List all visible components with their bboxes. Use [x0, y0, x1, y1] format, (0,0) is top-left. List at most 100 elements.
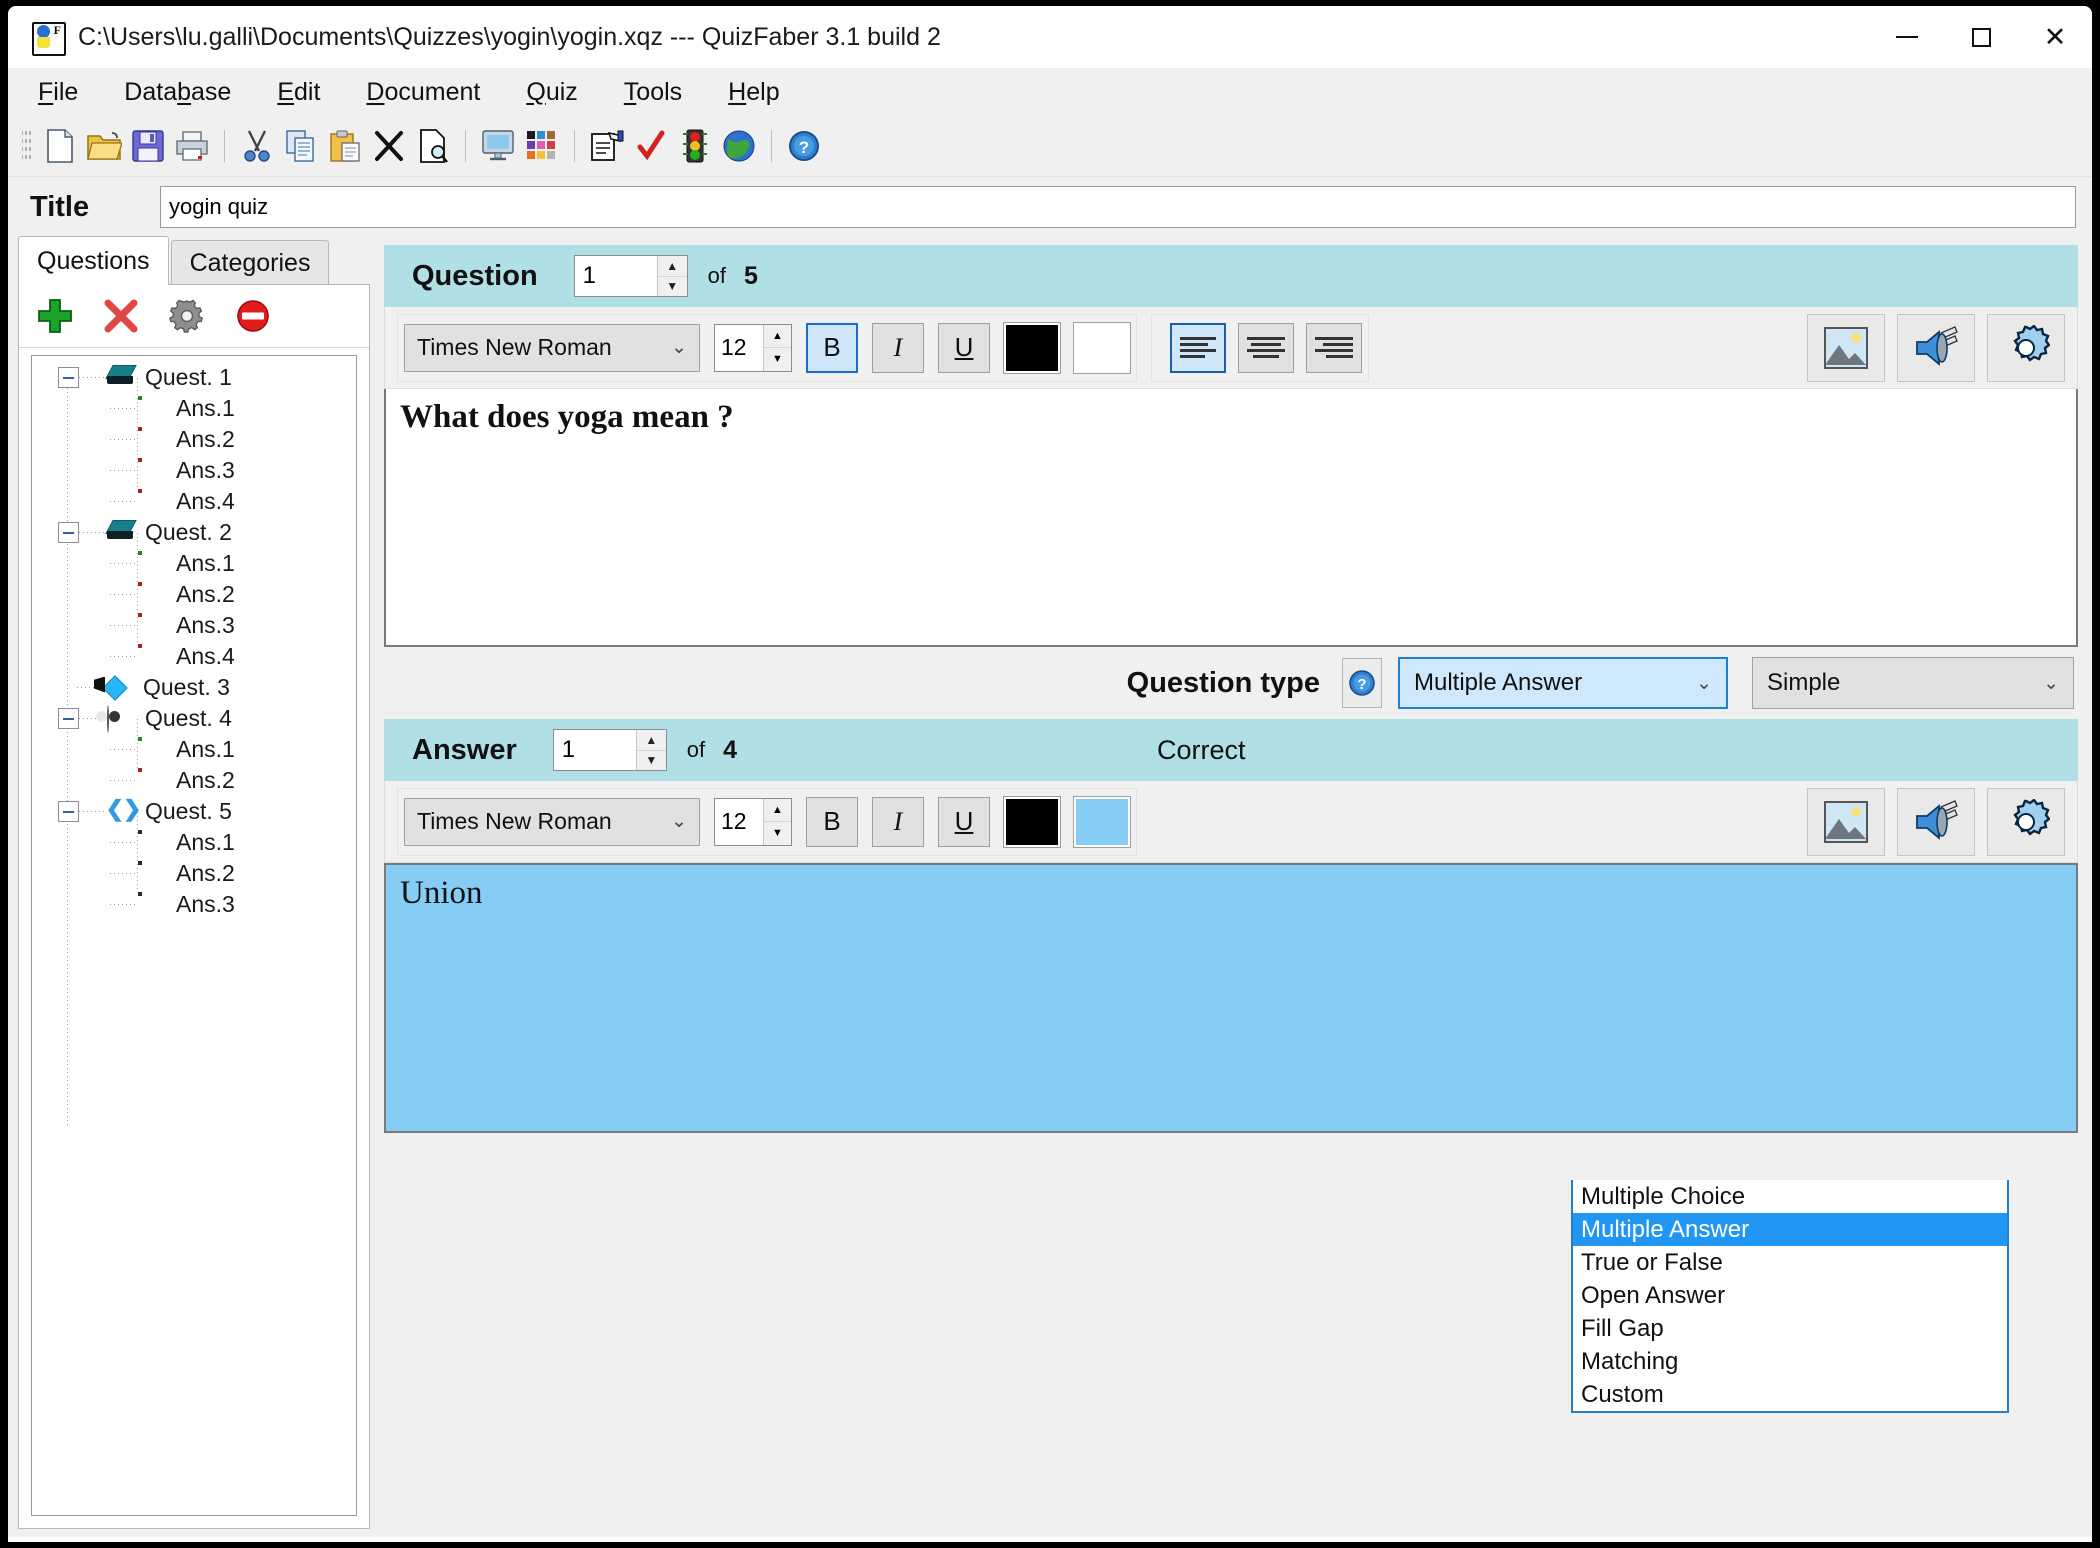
tree-expander[interactable]: [58, 522, 79, 543]
add-question-button[interactable]: [33, 294, 77, 338]
question-size-down-icon[interactable]: ▼: [764, 348, 791, 371]
answer-options-button[interactable]: [1987, 787, 2065, 856]
question-index-stepper[interactable]: ▲ ▼: [573, 255, 688, 297]
quiz-title-input[interactable]: [160, 186, 2076, 228]
tree-item-answer[interactable]: Ans.3: [32, 889, 356, 920]
paste-icon[interactable]: [323, 124, 367, 168]
open-icon[interactable]: [82, 124, 126, 168]
check-icon[interactable]: [629, 124, 673, 168]
answer-font-select[interactable]: Times New Roman ⌄: [404, 797, 700, 846]
question-insert-media-button[interactable]: [1897, 313, 1975, 382]
tree-item-answer[interactable]: Ans.2: [32, 858, 356, 889]
menu-database[interactable]: Database: [120, 76, 235, 109]
tab-categories[interactable]: Categories: [170, 240, 330, 285]
tree-expander[interactable]: [58, 708, 79, 729]
palette-icon[interactable]: [520, 124, 564, 168]
question-align-center-button[interactable]: [1238, 322, 1294, 373]
question-type-option[interactable]: Multiple Answer: [1573, 1213, 2007, 1246]
answer-size-down-icon[interactable]: ▼: [764, 822, 791, 845]
question-type-option[interactable]: Open Answer: [1573, 1279, 2007, 1312]
menu-tools[interactable]: Tools: [620, 76, 686, 109]
question-options-button[interactable]: [1987, 313, 2065, 382]
question-type-option[interactable]: Multiple Choice: [1573, 1180, 2007, 1213]
question-type-option[interactable]: Fill Gap: [1573, 1312, 2007, 1345]
preview-icon[interactable]: [411, 124, 455, 168]
question-type-help-button[interactable]: ?: [1342, 658, 1382, 708]
question-size-input[interactable]: [715, 324, 763, 371]
tree-item-question[interactable]: Quest. 1: [32, 362, 356, 393]
menu-quiz[interactable]: Quiz: [522, 76, 581, 109]
question-italic-button[interactable]: I: [872, 322, 924, 373]
globe-icon[interactable]: [717, 124, 761, 168]
menu-help[interactable]: Help: [724, 76, 783, 109]
answer-insert-media-button[interactable]: [1897, 787, 1975, 856]
tree-item-answer[interactable]: Ans.2: [32, 579, 356, 610]
tree-item-question[interactable]: Quest. 2: [32, 517, 356, 548]
menu-file[interactable]: File: [34, 76, 82, 109]
question-align-left-button[interactable]: [1170, 322, 1226, 373]
question-align-right-button[interactable]: [1306, 322, 1362, 373]
question-font-select[interactable]: Times New Roman ⌄: [404, 323, 700, 372]
delete-icon[interactable]: [367, 124, 411, 168]
tree-item-answer[interactable]: Ans.4: [32, 486, 356, 517]
answer-index-stepper[interactable]: ▲ ▼: [552, 729, 667, 771]
question-size-stepper[interactable]: ▲ ▼: [714, 323, 792, 372]
tree-item-answer[interactable]: Ans.2: [32, 424, 356, 455]
tree-expander[interactable]: [58, 801, 79, 822]
answer-italic-button[interactable]: I: [872, 796, 924, 847]
tree-expander[interactable]: [58, 367, 79, 388]
answer-index-down-icon[interactable]: ▼: [637, 751, 666, 771]
answer-foreground-color-swatch[interactable]: [1003, 795, 1061, 848]
answer-index-arrows[interactable]: ▲ ▼: [635, 730, 666, 771]
menu-document[interactable]: Document: [362, 76, 484, 109]
answer-size-input[interactable]: [715, 798, 763, 845]
question-foreground-color-swatch[interactable]: [1003, 321, 1061, 374]
question-insert-image-button[interactable]: [1807, 313, 1885, 382]
tree-item-answer[interactable]: Ans.1: [32, 827, 356, 858]
answer-insert-image-button[interactable]: [1807, 787, 1885, 856]
answer-size-stepper[interactable]: ▲ ▼: [714, 797, 792, 846]
tree-item-answer[interactable]: Ans.1: [32, 548, 356, 579]
trafficlight-icon[interactable]: [673, 124, 717, 168]
question-index-arrows[interactable]: ▲ ▼: [656, 256, 687, 297]
question-size-up-icon[interactable]: ▲: [764, 325, 791, 348]
help-icon[interactable]: ?: [782, 124, 826, 168]
answer-bold-button[interactable]: B: [806, 796, 858, 847]
new-icon[interactable]: [38, 124, 82, 168]
questions-tree[interactable]: Quest. 1 Ans.1 Ans.2 Ans.3 Ans.4 Quest. 2 Ans.…: [31, 355, 357, 1516]
tree-item-answer[interactable]: Ans.2: [32, 765, 356, 796]
tree-item-answer[interactable]: Ans.1: [32, 734, 356, 765]
monitor-icon[interactable]: [476, 124, 520, 168]
tree-item-answer[interactable]: Ans.4: [32, 641, 356, 672]
question-index-down-icon[interactable]: ▼: [658, 277, 687, 297]
question-text-editor[interactable]: What does yoga mean ?: [384, 389, 2078, 647]
question-settings-button[interactable]: [165, 294, 209, 338]
question-variant-select[interactable]: Simple ⌄: [1752, 657, 2074, 709]
tree-item-question[interactable]: Quest. 4: [32, 703, 356, 734]
question-size-arrows[interactable]: ▲ ▼: [763, 324, 791, 371]
print-icon[interactable]: [170, 124, 214, 168]
tree-item-question[interactable]: Quest. 3: [32, 672, 356, 703]
copy-icon[interactable]: [279, 124, 323, 168]
question-type-select[interactable]: Multiple Answer ⌄: [1398, 657, 1728, 709]
disable-question-button[interactable]: [231, 294, 275, 338]
tree-item-answer[interactable]: Ans.3: [32, 610, 356, 641]
minimize-button[interactable]: [1870, 6, 1944, 68]
save-icon[interactable]: [126, 124, 170, 168]
question-underline-button[interactable]: U: [938, 322, 990, 373]
tree-item-question[interactable]: ❮❯ Quest. 5: [32, 796, 356, 827]
answer-underline-button[interactable]: U: [938, 796, 990, 847]
maximize-button[interactable]: [1944, 6, 2018, 68]
answer-size-arrows[interactable]: ▲ ▼: [763, 798, 791, 845]
tab-questions[interactable]: Questions: [18, 236, 169, 285]
answer-index-up-icon[interactable]: ▲: [636, 730, 666, 751]
toolbar-grip[interactable]: [22, 129, 31, 163]
tree-item-answer[interactable]: Ans.1: [32, 393, 356, 424]
question-index-up-icon[interactable]: ▲: [657, 256, 687, 277]
answer-background-color-swatch[interactable]: [1073, 795, 1131, 848]
menu-edit[interactable]: Edit: [273, 76, 324, 109]
cut-icon[interactable]: [235, 124, 279, 168]
tree-item-answer[interactable]: Ans.3: [32, 455, 356, 486]
delete-question-button[interactable]: [99, 294, 143, 338]
answer-index-input[interactable]: [553, 730, 636, 770]
